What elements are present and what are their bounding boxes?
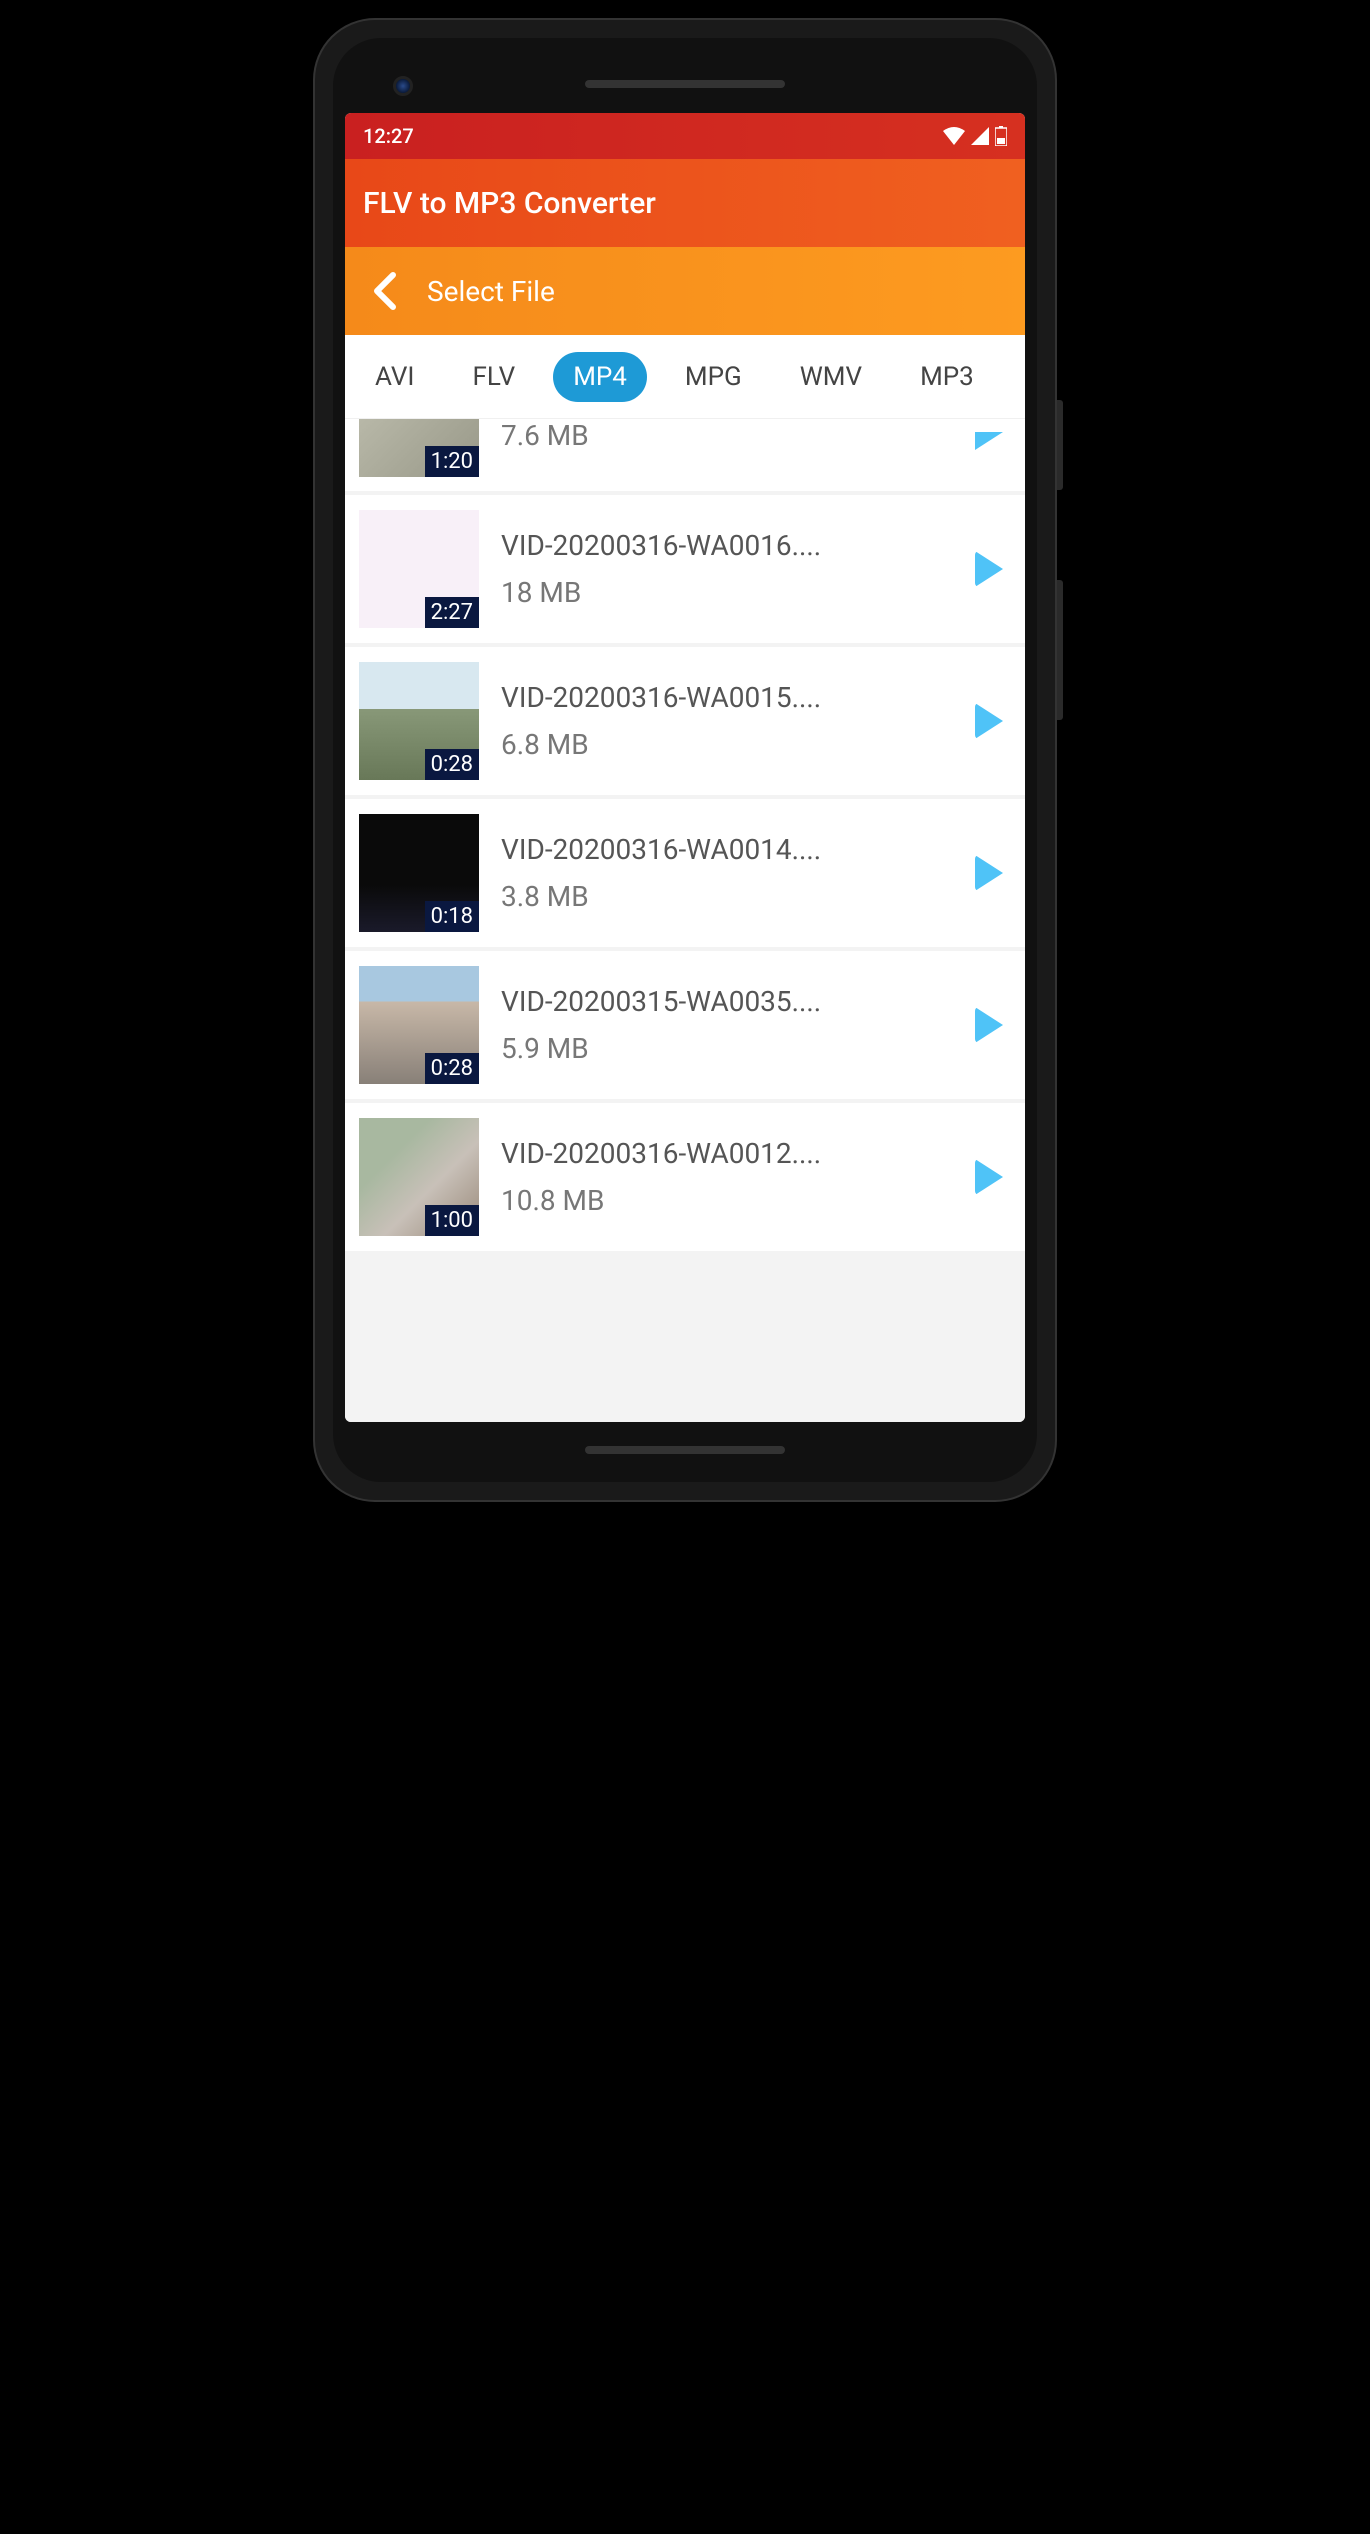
filter-label: MPG bbox=[685, 362, 742, 392]
video-thumbnail: 0:18 bbox=[359, 814, 479, 932]
play-icon bbox=[975, 703, 1003, 739]
filter-chip-wmv[interactable]: WMV bbox=[780, 352, 882, 402]
play-icon bbox=[975, 1159, 1003, 1195]
video-duration: 0:18 bbox=[425, 901, 479, 932]
video-thumbnail: 0:28 bbox=[359, 966, 479, 1084]
video-thumbnail: 0:28 bbox=[359, 662, 479, 780]
filter-chip-mp3[interactable]: MP3 bbox=[900, 352, 994, 402]
filter-label: WMV bbox=[800, 362, 862, 392]
filter-chip-avi[interactable]: AVI bbox=[355, 352, 434, 402]
file-row[interactable]: 1:20 7.6 MB bbox=[345, 419, 1025, 491]
play-button[interactable] bbox=[967, 547, 1011, 591]
filter-label: MP3 bbox=[920, 362, 974, 392]
back-button[interactable] bbox=[363, 271, 403, 311]
status-icons bbox=[943, 126, 1007, 146]
file-info: 7.6 MB bbox=[501, 419, 945, 452]
file-row[interactable]: 1:00 VID-20200316-WA0012.... 10.8 MB bbox=[345, 1103, 1025, 1251]
phone-speaker bbox=[585, 80, 785, 88]
wifi-icon bbox=[943, 127, 965, 145]
file-name: VID-20200316-WA0016.... bbox=[501, 529, 945, 562]
phone-camera bbox=[393, 76, 413, 96]
video-duration: 2:27 bbox=[425, 597, 479, 628]
phone-frame: 12:27 FLV to MP3 Converter Select File A… bbox=[315, 20, 1055, 1500]
video-duration: 1:20 bbox=[425, 446, 479, 477]
file-size: 18 MB bbox=[501, 576, 945, 609]
filter-chip-mpg[interactable]: MPG bbox=[665, 352, 762, 402]
video-thumbnail: 1:20 bbox=[359, 419, 479, 477]
status-time: 12:27 bbox=[363, 124, 414, 148]
video-duration: 0:28 bbox=[425, 1053, 479, 1084]
file-size: 3.8 MB bbox=[501, 880, 945, 913]
file-info: VID-20200316-WA0015.... 6.8 MB bbox=[501, 681, 945, 761]
filter-label: AVI bbox=[375, 362, 414, 392]
sub-header: Select File bbox=[345, 247, 1025, 335]
video-duration: 0:28 bbox=[425, 749, 479, 780]
file-size: 10.8 MB bbox=[501, 1184, 945, 1217]
file-row[interactable]: 0:28 VID-20200316-WA0015.... 6.8 MB bbox=[345, 647, 1025, 795]
status-bar: 12:27 bbox=[345, 113, 1025, 159]
video-duration: 1:00 bbox=[425, 1205, 479, 1236]
filter-chip-flv[interactable]: FLV bbox=[452, 352, 535, 402]
play-button[interactable] bbox=[967, 699, 1011, 743]
chevron-left-icon bbox=[369, 271, 397, 311]
play-icon bbox=[975, 551, 1003, 587]
file-info: VID-20200316-WA0016.... 18 MB bbox=[501, 529, 945, 609]
file-name: VID-20200315-WA0035.... bbox=[501, 985, 945, 1018]
file-name: VID-20200316-WA0015.... bbox=[501, 681, 945, 714]
play-icon bbox=[975, 855, 1003, 891]
phone-speaker-bottom bbox=[585, 1446, 785, 1454]
play-button[interactable] bbox=[967, 851, 1011, 895]
filter-bar: AVI FLV MP4 MPG WMV MP3 bbox=[345, 335, 1025, 419]
filter-label: MP4 bbox=[573, 362, 627, 392]
file-info: VID-20200315-WA0035.... 5.9 MB bbox=[501, 985, 945, 1065]
file-name: VID-20200316-WA0014.... bbox=[501, 833, 945, 866]
play-button[interactable] bbox=[967, 1003, 1011, 1047]
file-size: 5.9 MB bbox=[501, 1032, 945, 1065]
file-row[interactable]: 0:18 VID-20200316-WA0014.... 3.8 MB bbox=[345, 799, 1025, 947]
video-thumbnail: 1:00 bbox=[359, 1118, 479, 1236]
file-row[interactable]: 0:28 VID-20200315-WA0035.... 5.9 MB bbox=[345, 951, 1025, 1099]
phone-side-button bbox=[1057, 400, 1063, 490]
filter-chip-mp4[interactable]: MP4 bbox=[553, 352, 647, 402]
file-size: 6.8 MB bbox=[501, 728, 945, 761]
app-screen: 12:27 FLV to MP3 Converter Select File A… bbox=[345, 113, 1025, 1422]
filter-label: FLV bbox=[472, 362, 515, 392]
signal-icon bbox=[971, 127, 989, 145]
battery-icon bbox=[995, 126, 1007, 146]
play-icon bbox=[975, 432, 1003, 450]
file-row[interactable]: 2:27 VID-20200316-WA0016.... 18 MB bbox=[345, 495, 1025, 643]
sub-header-title: Select File bbox=[427, 275, 555, 308]
file-list[interactable]: 1:20 7.6 MB 2:27 VID-20200316-WA0016.... bbox=[345, 419, 1025, 1422]
play-icon bbox=[975, 1007, 1003, 1043]
phone-side-button bbox=[1057, 580, 1063, 720]
file-name: VID-20200316-WA0012.... bbox=[501, 1137, 945, 1170]
play-button[interactable] bbox=[967, 1155, 1011, 1199]
app-title: FLV to MP3 Converter bbox=[363, 186, 656, 221]
file-info: VID-20200316-WA0014.... 3.8 MB bbox=[501, 833, 945, 913]
file-size: 7.6 MB bbox=[501, 419, 945, 452]
app-header: FLV to MP3 Converter bbox=[345, 159, 1025, 247]
video-thumbnail: 2:27 bbox=[359, 510, 479, 628]
file-info: VID-20200316-WA0012.... 10.8 MB bbox=[501, 1137, 945, 1217]
play-button[interactable] bbox=[967, 419, 1011, 463]
